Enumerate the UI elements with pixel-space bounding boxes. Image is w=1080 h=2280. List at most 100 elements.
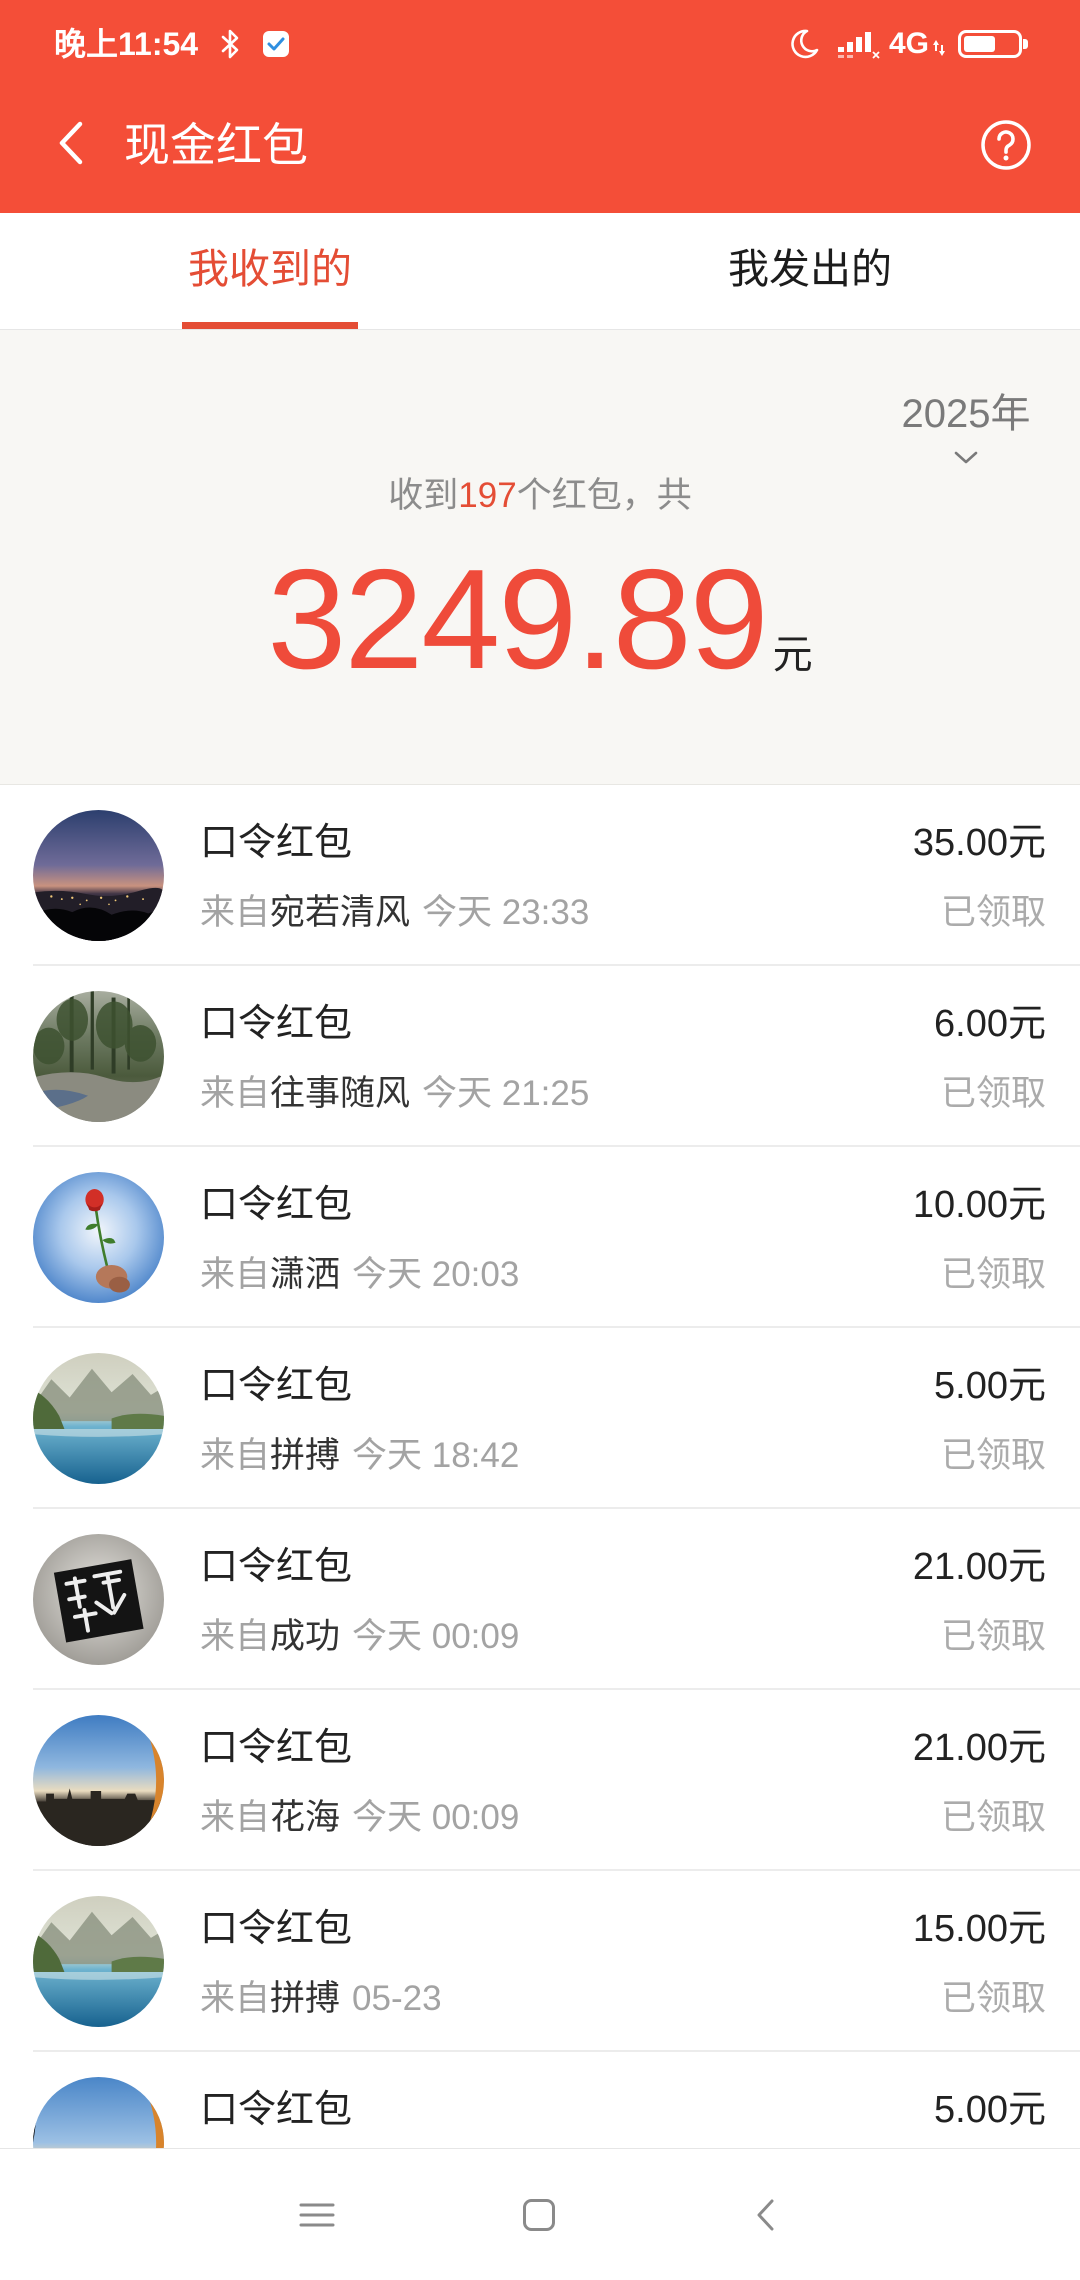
packet-amount: 10.00元	[912, 1184, 1046, 1226]
red-packet-list: 口令红包 来自宛若清风 今天 23:33 35.00元 已领取 口令红包 来自往事…	[0, 785, 1080, 2148]
total-line: 3249.89 元	[0, 549, 1080, 691]
home-button[interactable]	[509, 2185, 569, 2245]
status-label: 已领取	[940, 1617, 1046, 1656]
sender-line: 来自拼搏 今天 18:42	[200, 1431, 519, 1481]
packet-amount: 6.00元	[934, 1003, 1046, 1045]
home-icon	[522, 2198, 556, 2232]
count-suffix: 个红包，共	[516, 476, 692, 515]
avatar	[33, 1534, 164, 1665]
list-item[interactable]: 口令红包 来自宛若清风 今天 23:33 35.00元 已领取	[0, 785, 1080, 966]
sender-line: 来自宛若清风 今天 23:33	[200, 888, 589, 938]
battery-nub	[1023, 39, 1028, 49]
list-item[interactable]: 口令红包 来自拼搏 05-23 15.00元 已领取	[0, 1871, 1080, 2052]
from-label: 来自	[200, 1979, 271, 2018]
avatar	[33, 1715, 164, 1846]
packet-type: 口令红包	[200, 822, 353, 864]
moon-icon	[787, 27, 821, 61]
sender-name: 往事随风	[270, 1074, 411, 1113]
avatar	[33, 1172, 164, 1303]
from-label: 来自	[200, 1798, 271, 1837]
chevron-down-icon	[953, 450, 979, 466]
packet-type: 口令红包	[200, 1003, 353, 1045]
sender-line: 来自成功 今天 00:09	[200, 1612, 519, 1662]
status-label: 已领取	[940, 1074, 1046, 1113]
sender-name: 拼搏	[270, 1436, 341, 1475]
from-label: 来自	[200, 1074, 271, 1113]
received-time: 05-23	[352, 1979, 442, 2018]
sender-line: 来自花海 今天 00:09	[200, 1793, 519, 1843]
avatar	[33, 2077, 164, 2148]
sender-line: 来自潇洒 今天 20:03	[200, 1250, 519, 1300]
bluetooth-icon	[220, 27, 242, 61]
back-button[interactable]	[40, 112, 100, 178]
year-selector[interactable]: 2025年	[893, 388, 1039, 474]
sender-name: 成功	[270, 1617, 341, 1656]
list-item[interactable]: 口令红包 来自成功 今天 00:09 21.00元 已领取	[0, 1509, 1080, 1690]
from-label: 来自	[200, 1617, 271, 1656]
packet-amount: 15.00元	[912, 1908, 1046, 1950]
packet-type: 口令红包	[200, 1908, 353, 1950]
from-label: 来自	[200, 1255, 271, 1294]
received-time: 今天 20:03	[352, 1255, 520, 1294]
menu-icon	[299, 2201, 335, 2229]
back-arrow-icon	[55, 119, 85, 172]
status-bar: 晚上11:54 4G	[0, 0, 1080, 87]
help-icon	[978, 117, 1034, 173]
status-label: 已领取	[940, 1798, 1046, 1837]
status-label: 已领取	[940, 1979, 1046, 2018]
avatar	[33, 810, 164, 941]
packet-type: 口令红包	[200, 1727, 353, 1769]
received-time: 今天 00:09	[352, 1798, 520, 1837]
list-item[interactable]: 口令红包 来自潇洒 今天 20:03 10.00元 已领取	[0, 1147, 1080, 1328]
back-icon	[756, 2198, 776, 2232]
status-label: 已领取	[940, 1436, 1046, 1475]
sender-name: 潇洒	[270, 1255, 341, 1294]
from-label: 来自	[200, 893, 271, 932]
packet-type: 口令红包	[200, 2089, 353, 2131]
received-time: 今天 21:25	[422, 1074, 590, 1113]
received-count-summary: 收到197个红包，共	[0, 471, 1080, 521]
status-label: 已领取	[940, 893, 1046, 932]
sender-name: 拼搏	[270, 1979, 341, 2018]
battery-level-fill	[964, 36, 996, 52]
data-arrows-icon	[933, 38, 945, 58]
help-button[interactable]	[978, 117, 1034, 173]
tab-sent[interactable]: 我发出的	[540, 213, 1080, 329]
signal-icon	[836, 29, 880, 59]
tab-received[interactable]: 我收到的	[0, 213, 540, 329]
packet-count: 197	[458, 476, 517, 515]
battery-icon	[958, 30, 1022, 58]
sender-line: 来自拼搏 05-23	[200, 1974, 442, 2024]
total-unit: 元	[772, 633, 813, 677]
total-amount: 3249.89	[267, 540, 768, 699]
packet-amount: 5.00元	[934, 2089, 1046, 2131]
received-time: 今天 18:42	[352, 1436, 520, 1475]
sender-name: 宛若清风	[270, 893, 411, 932]
list-item[interactable]: 口令红包 来自花海 今天 00:09 21.00元 已领取	[0, 1690, 1080, 1871]
back-nav-button[interactable]	[736, 2185, 796, 2245]
menu-button[interactable]	[287, 2185, 347, 2245]
packet-type: 口令红包	[200, 1546, 353, 1588]
from-label: 来自	[200, 1436, 271, 1475]
count-prefix: 收到	[388, 476, 459, 515]
list-item[interactable]: 口令红包 来自往事随风 今天 21:25 6.00元 已领取	[0, 966, 1080, 1147]
year-label: 2025年	[901, 392, 1031, 436]
packet-amount: 21.00元	[912, 1727, 1046, 1769]
summary-panel: 2025年 收到197个红包，共 3249.89 元	[0, 330, 1080, 785]
list-item[interactable]: 口令红包 来自拼搏 今天 18:42 5.00元 已领取	[0, 1328, 1080, 1509]
packet-amount: 5.00元	[934, 1365, 1046, 1407]
received-time: 今天 23:33	[422, 893, 590, 932]
page-title: 现金红包	[124, 119, 308, 171]
avatar	[33, 1896, 164, 2027]
system-nav-bar	[0, 2148, 1080, 2280]
packet-amount: 21.00元	[912, 1546, 1046, 1588]
status-time: 晚上11:54	[54, 26, 199, 62]
network-type-label: 4G	[889, 27, 930, 60]
packet-type: 口令红包	[200, 1184, 353, 1226]
packet-amount: 35.00元	[912, 822, 1046, 864]
avatar	[33, 991, 164, 1122]
sender-name: 花海	[270, 1798, 341, 1837]
tab-bar: 我收到的 我发出的	[0, 213, 1080, 330]
status-label: 已领取	[940, 1255, 1046, 1294]
list-item[interactable]: 口令红包 5.00元	[0, 2052, 1080, 2148]
